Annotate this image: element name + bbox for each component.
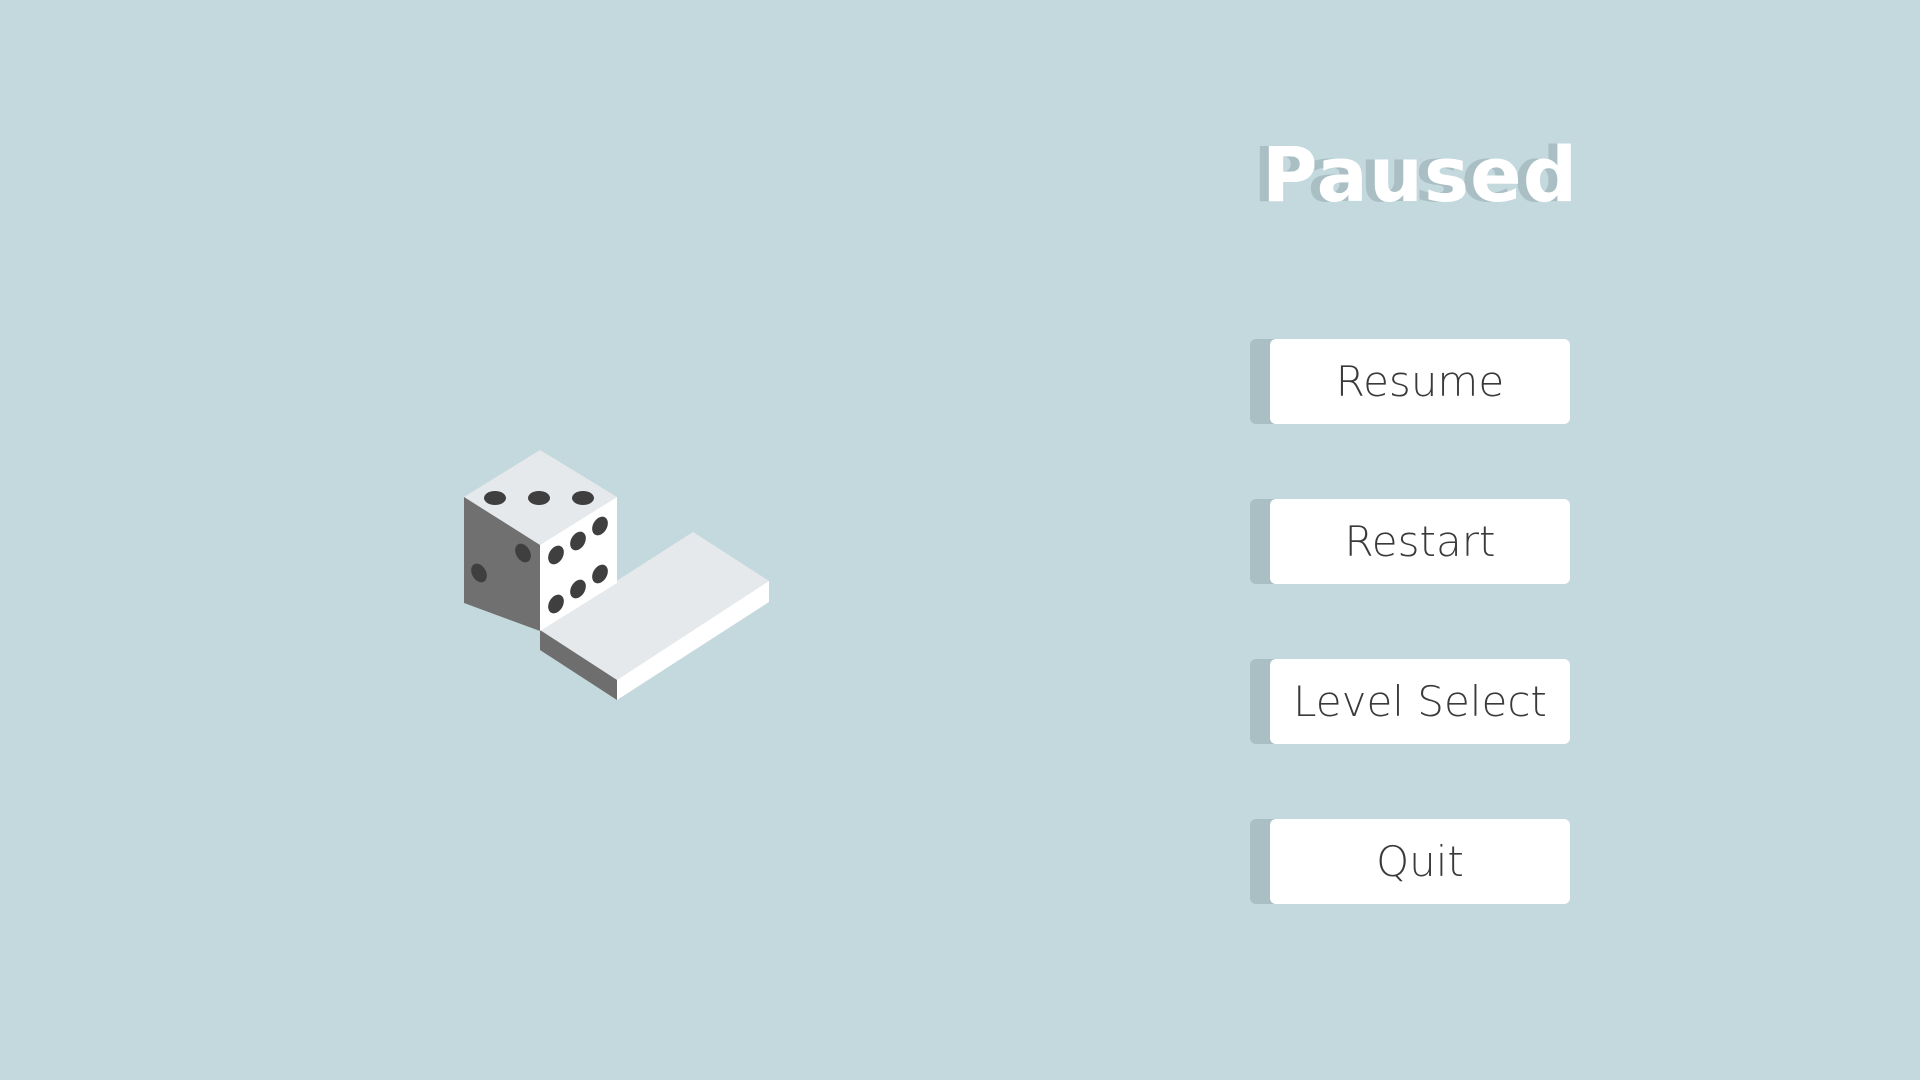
pip xyxy=(528,491,550,505)
button-face[interactable]: Restart xyxy=(1270,499,1570,584)
game-screen: Paused Resume Restart Level Select Quit xyxy=(0,0,1920,1080)
button-face[interactable]: Resume xyxy=(1270,339,1570,424)
restart-button[interactable]: Restart xyxy=(1250,499,1570,584)
button-face[interactable]: Quit xyxy=(1270,819,1570,904)
pip xyxy=(484,491,506,505)
level-select-button[interactable]: Level Select xyxy=(1250,659,1570,744)
resume-button-label: Resume xyxy=(1335,357,1505,406)
button-face[interactable]: Level Select xyxy=(1270,659,1570,744)
quit-button[interactable]: Quit xyxy=(1250,819,1570,904)
pause-title: Paused xyxy=(1261,130,1579,219)
resume-button[interactable]: Resume xyxy=(1250,339,1570,424)
level-select-button-label: Level Select xyxy=(1293,677,1547,726)
quit-button-label: Quit xyxy=(1376,837,1464,886)
die-top-pips xyxy=(484,491,594,505)
pip xyxy=(572,491,594,505)
restart-button-label: Restart xyxy=(1344,517,1496,566)
